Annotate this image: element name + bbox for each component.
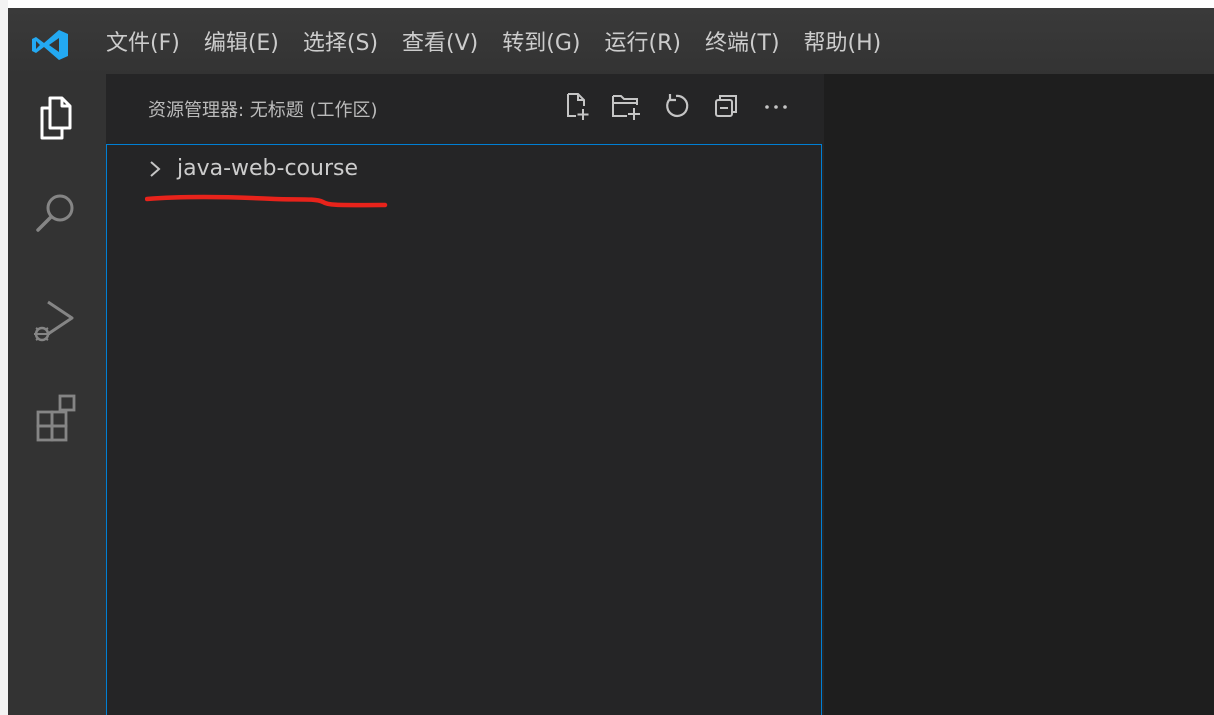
vscode-window: 文件(F) 编辑(E) 选择(S) 查看(V) 转到(G) 运行(R) 终端(T… xyxy=(0,0,1214,715)
sidebar-title: 资源管理器: 无标题 (工作区) xyxy=(148,100,378,121)
search-icon[interactable] xyxy=(28,184,84,240)
menu-file[interactable]: 文件(F) xyxy=(94,25,192,57)
menu-bar: 文件(F) 编辑(E) 选择(S) 查看(V) 转到(G) 运行(R) 终端(T… xyxy=(94,8,893,74)
menu-view[interactable]: 查看(V) xyxy=(390,25,490,57)
refresh-button[interactable] xyxy=(658,88,694,124)
run-debug-icon[interactable] xyxy=(28,292,84,348)
collapse-all-button[interactable] xyxy=(708,88,744,124)
menu-run[interactable]: 运行(R) xyxy=(592,25,692,57)
vscode-logo-icon xyxy=(32,30,68,60)
chevron-right-icon[interactable] xyxy=(147,160,163,178)
menu-terminal[interactable]: 终端(T) xyxy=(693,25,792,57)
menu-help[interactable]: 帮助(H) xyxy=(792,25,894,57)
sidebar-actions xyxy=(558,88,794,124)
new-folder-icon xyxy=(612,95,640,120)
explorer-tree[interactable]: java-web-course xyxy=(106,144,822,715)
new-file-button[interactable] xyxy=(558,88,594,124)
red-underline-annotation xyxy=(145,194,388,208)
editor-area xyxy=(824,74,1214,715)
sidebar-header: 资源管理器: 无标题 (工作区) xyxy=(106,74,824,144)
menu-go[interactable]: 转到(G) xyxy=(490,25,592,57)
collapse-all-icon xyxy=(715,95,737,117)
menu-selection[interactable]: 选择(S) xyxy=(291,25,390,57)
new-folder-button[interactable] xyxy=(608,88,644,124)
extensions-icon[interactable] xyxy=(28,390,84,446)
explorer-sidebar: 资源管理器: 无标题 (工作区) java-web-course xyxy=(106,74,824,715)
explorer-icon[interactable] xyxy=(28,90,84,146)
folder-name[interactable]: java-web-course xyxy=(177,156,358,181)
new-file-icon xyxy=(567,93,589,120)
more-actions-button[interactable] xyxy=(758,88,794,124)
title-bar: 文件(F) 编辑(E) 选择(S) 查看(V) 转到(G) 运行(R) 终端(T… xyxy=(8,8,1214,74)
activity-bar xyxy=(8,74,106,715)
desktop-background-strip xyxy=(0,0,8,715)
menu-edit[interactable]: 编辑(E) xyxy=(192,25,291,57)
tree-folder-row[interactable]: java-web-course xyxy=(107,151,821,187)
more-actions-icon xyxy=(765,105,787,109)
refresh-icon xyxy=(666,94,689,118)
